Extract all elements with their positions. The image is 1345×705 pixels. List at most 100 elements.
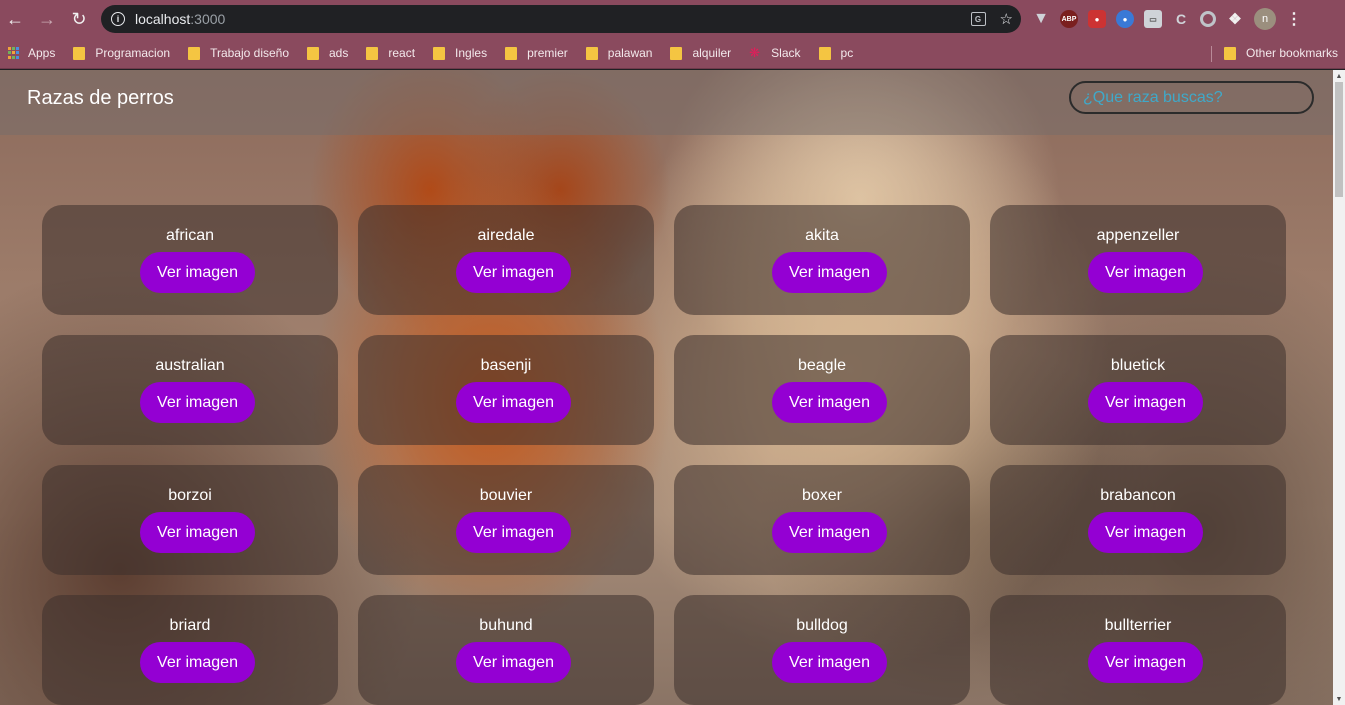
- folder-icon: [818, 46, 831, 60]
- ver-imagen-button[interactable]: Ver imagen: [456, 642, 571, 683]
- apps-grid-icon: [8, 47, 20, 59]
- ver-imagen-button[interactable]: Ver imagen: [1088, 512, 1203, 553]
- folder-icon: [585, 46, 598, 60]
- breed-name: brabancon: [1100, 487, 1176, 504]
- url-port: :3000: [190, 11, 226, 27]
- breed-name: akita: [805, 227, 839, 244]
- bookmark-other[interactable]: Other bookmarks: [1224, 46, 1338, 60]
- bookmark-label: react: [388, 46, 416, 60]
- bookmark-pc[interactable]: pc: [818, 46, 853, 60]
- forward-arrow-icon[interactable]: →: [36, 8, 58, 30]
- slack-icon: ❋: [749, 45, 761, 60]
- bookmark-palawan[interactable]: palawan: [585, 46, 653, 60]
- bookmark-ingles[interactable]: Ingles: [433, 46, 487, 60]
- bookmark-label: premier: [527, 46, 568, 60]
- scroll-down-arrow-icon[interactable]: ▼: [1333, 693, 1345, 705]
- breed-card: bouvier Ver imagen: [358, 465, 654, 575]
- ver-imagen-button[interactable]: Ver imagen: [140, 382, 255, 423]
- bookmark-label: alquiler: [692, 46, 732, 60]
- app-header: Razas de perros: [0, 70, 1333, 135]
- folder-icon: [1224, 46, 1236, 60]
- star-bookmark-icon[interactable]: ☆: [1000, 10, 1013, 28]
- ver-imagen-button[interactable]: Ver imagen: [772, 512, 887, 553]
- breed-card: basenji Ver imagen: [358, 335, 654, 445]
- breed-name: appenzeller: [1096, 227, 1180, 244]
- scrollbar-thumb[interactable]: [1335, 82, 1343, 197]
- bookmark-label: ads: [329, 46, 349, 60]
- bookmark-label: Programacion: [95, 46, 171, 60]
- back-arrow-icon[interactable]: ←: [4, 8, 26, 30]
- extension-blue-icon[interactable]: ●: [1116, 10, 1134, 28]
- breed-name: australian: [155, 357, 225, 374]
- breed-name: bullterrier: [1104, 617, 1172, 634]
- ver-imagen-button[interactable]: Ver imagen: [456, 252, 571, 293]
- breed-name: basenji: [480, 357, 532, 374]
- bookmark-label: Slack: [771, 46, 801, 60]
- ver-imagen-button[interactable]: Ver imagen: [1088, 252, 1203, 293]
- menu-kebab-icon[interactable]: ⋮: [1286, 9, 1302, 29]
- vue-devtools-icon[interactable]: ▼: [1032, 10, 1050, 28]
- breed-name: bulldog: [796, 617, 848, 634]
- breed-name: buhund: [479, 617, 533, 634]
- ver-imagen-button[interactable]: Ver imagen: [140, 512, 255, 553]
- extensions-puzzle-icon[interactable]: ❖: [1226, 10, 1244, 28]
- extension-c-icon[interactable]: C: [1172, 10, 1190, 28]
- breed-card: african Ver imagen: [42, 205, 338, 315]
- address-bar[interactable]: i localhost:3000 G ☆: [101, 5, 1021, 33]
- reload-icon[interactable]: ↻: [68, 8, 90, 30]
- extension-ring-icon[interactable]: [1200, 11, 1216, 27]
- folder-icon: [307, 46, 319, 60]
- ver-imagen-button[interactable]: Ver imagen: [1088, 382, 1203, 423]
- folder-icon: [505, 46, 518, 60]
- ver-imagen-button[interactable]: Ver imagen: [456, 382, 571, 423]
- ver-imagen-button[interactable]: Ver imagen: [1088, 642, 1203, 683]
- bookmark-alquiler[interactable]: alquiler: [670, 46, 731, 60]
- ver-imagen-button[interactable]: Ver imagen: [140, 252, 255, 293]
- breed-name: bouvier: [479, 487, 533, 504]
- breed-card: borzoi Ver imagen: [42, 465, 338, 575]
- breed-grid: african Ver imagen airedale Ver imagen akita…: [42, 205, 1286, 705]
- breed-name: airedale: [477, 227, 535, 244]
- browser-toolbar: ← → ↻ i localhost:3000 G ☆ ▼ ABP ● ● ▭ C…: [0, 0, 1345, 38]
- ver-imagen-button[interactable]: Ver imagen: [772, 382, 887, 423]
- bookmark-trabajo-diseno[interactable]: Trabajo diseño: [188, 46, 289, 60]
- extension-red-icon[interactable]: ●: [1088, 10, 1106, 28]
- scroll-up-arrow-icon[interactable]: ▲: [1333, 70, 1345, 82]
- folder-icon: [73, 46, 86, 60]
- bookmark-label: palawan: [607, 46, 653, 60]
- breed-name: briard: [169, 617, 211, 634]
- info-icon[interactable]: i: [111, 12, 125, 26]
- bookmark-label: Other bookmarks: [1246, 46, 1339, 60]
- breed-card: airedale Ver imagen: [358, 205, 654, 315]
- url-text[interactable]: localhost:3000: [135, 11, 225, 27]
- search-input[interactable]: [1069, 81, 1314, 114]
- bookmark-premier[interactable]: premier: [505, 46, 568, 60]
- ver-imagen-button[interactable]: Ver imagen: [456, 512, 571, 553]
- ver-imagen-button[interactable]: Ver imagen: [772, 642, 887, 683]
- extension-window-icon[interactable]: ▭: [1144, 10, 1162, 28]
- breed-card: bluetick Ver imagen: [990, 335, 1286, 445]
- bookmark-label: Apps: [28, 46, 56, 60]
- bookmark-ads[interactable]: ads: [307, 46, 348, 60]
- bookmark-slack[interactable]: ❋ Slack: [749, 45, 801, 61]
- breed-card: australian Ver imagen: [42, 335, 338, 445]
- breed-card: bulldog Ver imagen: [674, 595, 970, 705]
- bookmark-react[interactable]: react: [366, 46, 415, 60]
- breed-name: african: [165, 227, 215, 244]
- ver-imagen-button[interactable]: Ver imagen: [772, 252, 887, 293]
- bookmarks-divider: [1211, 46, 1212, 62]
- breed-name: boxer: [801, 487, 843, 504]
- bookmark-programacion[interactable]: Programacion: [73, 46, 170, 60]
- bookmark-apps[interactable]: Apps: [8, 46, 55, 60]
- scrollbar[interactable]: ▲ ▼: [1333, 70, 1345, 705]
- folder-icon: [366, 46, 379, 60]
- breed-name: beagle: [797, 357, 847, 374]
- bookmark-label: Ingles: [455, 46, 488, 60]
- profile-avatar[interactable]: n: [1254, 8, 1276, 30]
- translate-icon[interactable]: G: [970, 12, 986, 26]
- breed-card: briard Ver imagen: [42, 595, 338, 705]
- folder-icon: [188, 46, 201, 60]
- adblock-plus-icon[interactable]: ABP: [1060, 10, 1078, 28]
- breed-card: akita Ver imagen: [674, 205, 970, 315]
- ver-imagen-button[interactable]: Ver imagen: [140, 642, 255, 683]
